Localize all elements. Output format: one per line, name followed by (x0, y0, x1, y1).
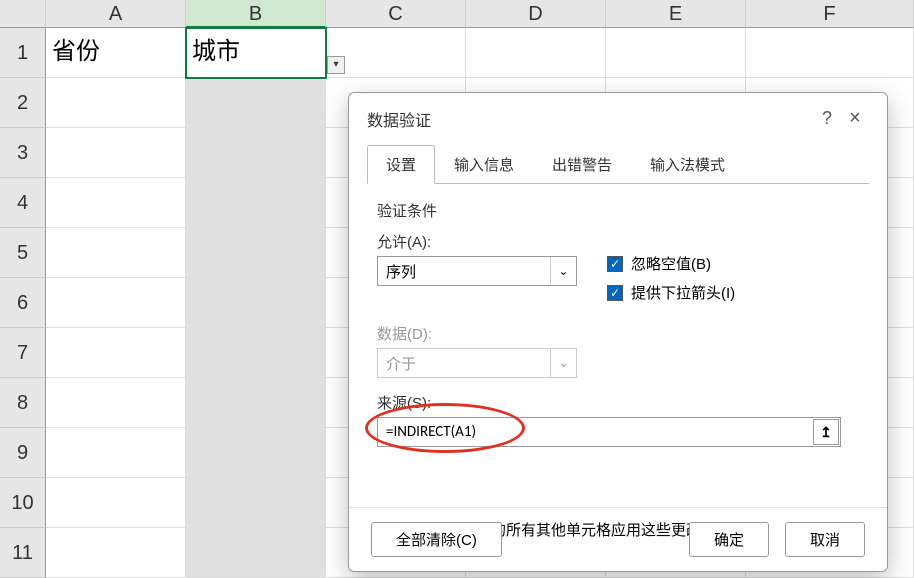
cell-B6[interactable] (186, 278, 326, 328)
dialog-title: 数据验证 (367, 107, 813, 131)
data-value: 介于 (386, 353, 416, 374)
allow-label: 允许(A): (377, 231, 577, 252)
col-header-E[interactable]: E (606, 0, 746, 28)
cell-A6[interactable] (46, 278, 186, 328)
tab-ime-mode[interactable]: 输入法模式 (631, 145, 744, 184)
chevron-down-icon: ⌄ (550, 349, 576, 377)
cell-A7[interactable] (46, 328, 186, 378)
row-header-11[interactable]: 11 (0, 528, 46, 578)
row-header-1[interactable]: 1 (0, 28, 46, 78)
cell-A5[interactable] (46, 228, 186, 278)
validation-criteria-label: 验证条件 (377, 200, 859, 221)
cell-B4[interactable] (186, 178, 326, 228)
cell-B10[interactable] (186, 478, 326, 528)
allow-value: 序列 (386, 261, 416, 282)
help-button[interactable]: ? (813, 105, 841, 133)
row-header-4[interactable]: 4 (0, 178, 46, 228)
in-cell-dropdown-label: 提供下拉箭头(I) (631, 282, 735, 303)
cell-B7[interactable] (186, 328, 326, 378)
ok-button[interactable]: 确定 (689, 522, 769, 557)
dropdown-arrow-icon[interactable]: ▾ (327, 56, 345, 74)
in-cell-dropdown-checkbox[interactable]: ✓ (607, 285, 623, 301)
data-validation-dialog: 数据验证 ? × 设置 输入信息 出错警告 输入法模式 验证条件 允许(A): … (348, 92, 888, 572)
row-header-6[interactable]: 6 (0, 278, 46, 328)
source-input[interactable] (377, 417, 841, 447)
tab-settings[interactable]: 设置 (367, 145, 435, 184)
dialog-body: 验证条件 允许(A): 序列 ⌄ ✓ 忽略空值(B) ✓ 提供下拉箭头(I) (349, 184, 887, 556)
dialog-tabs: 设置 输入信息 出错警告 输入法模式 (349, 141, 887, 184)
column-headers-row: A B C D E F (0, 0, 914, 28)
close-button[interactable]: × (841, 105, 869, 133)
tab-error-alert[interactable]: 出错警告 (533, 145, 631, 184)
row-header-5[interactable]: 5 (0, 228, 46, 278)
cell-A9[interactable] (46, 428, 186, 478)
cell-D1[interactable] (466, 28, 606, 78)
cancel-button[interactable]: 取消 (785, 522, 865, 557)
cell-A1[interactable]: 省份 (46, 28, 186, 78)
col-header-A[interactable]: A (46, 0, 186, 28)
cell-B8[interactable] (186, 378, 326, 428)
cell-B5[interactable] (186, 228, 326, 278)
source-label: 来源(S): (377, 392, 859, 413)
dialog-footer: 全部清除(C) 确定 取消 (349, 507, 887, 571)
cell-A4[interactable] (46, 178, 186, 228)
select-all-corner[interactable] (0, 0, 46, 28)
allow-select[interactable]: 序列 ⌄ (377, 256, 577, 286)
data-select: 介于 ⌄ (377, 348, 577, 378)
row-header-9[interactable]: 9 (0, 428, 46, 478)
row-header-10[interactable]: 10 (0, 478, 46, 528)
cell-B9[interactable] (186, 428, 326, 478)
cell-A8[interactable] (46, 378, 186, 428)
cell-B11[interactable] (186, 528, 326, 578)
chevron-down-icon: ⌄ (550, 257, 576, 285)
row-header-7[interactable]: 7 (0, 328, 46, 378)
cell-B2[interactable] (186, 78, 326, 128)
col-header-F[interactable]: F (746, 0, 914, 28)
ignore-blank-label: 忽略空值(B) (631, 253, 711, 274)
row-header-8[interactable]: 8 (0, 378, 46, 428)
cell-B1-text: 城市 (192, 38, 240, 65)
cell-A10[interactable] (46, 478, 186, 528)
row-header-3[interactable]: 3 (0, 128, 46, 178)
cell-A11[interactable] (46, 528, 186, 578)
cell-F1[interactable] (746, 28, 914, 78)
row-1: 1 省份 城市 ▾ (0, 28, 914, 78)
cell-B3[interactable] (186, 128, 326, 178)
cell-E1[interactable] (606, 28, 746, 78)
range-selector-button[interactable]: ↥ (813, 419, 839, 445)
tab-input-message[interactable]: 输入信息 (435, 145, 533, 184)
clear-all-button[interactable]: 全部清除(C) (371, 522, 502, 557)
cell-B1[interactable]: 城市 ▾ (186, 28, 326, 78)
cell-A3[interactable] (46, 128, 186, 178)
ignore-blank-checkbox[interactable]: ✓ (607, 256, 623, 272)
row-header-2[interactable]: 2 (0, 78, 46, 128)
data-label: 数据(D): (377, 323, 859, 344)
dialog-header: 数据验证 ? × (349, 93, 887, 141)
cell-A2[interactable] (46, 78, 186, 128)
col-header-B[interactable]: B (186, 0, 326, 28)
col-header-C[interactable]: C (326, 0, 466, 28)
cell-C1[interactable] (326, 28, 466, 78)
col-header-D[interactable]: D (466, 0, 606, 28)
